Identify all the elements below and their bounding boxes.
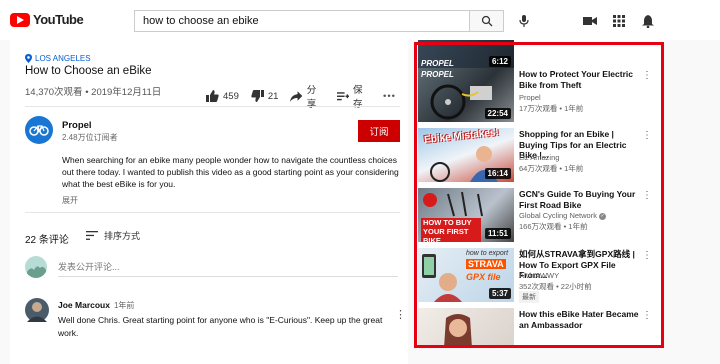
related-video-meta: 17万次观看 • 1年前	[519, 104, 584, 113]
related-video-item[interactable]: PROPEL 22:54 How to Protect Your Electri…	[418, 68, 660, 126]
like-count: 459	[223, 90, 239, 102]
comment-menu-icon[interactable]: ⋮	[395, 308, 406, 321]
thumbs-down-icon	[251, 90, 264, 102]
youtube-logo[interactable]: YouTube	[10, 12, 84, 27]
video-description: When searching for an ebike many people …	[62, 155, 399, 190]
video-menu-icon[interactable]: ⋮	[642, 130, 652, 141]
comment-author[interactable]: Joe Marcoux 1年前	[58, 300, 134, 311]
comment-author-name: Joe Marcoux	[58, 300, 110, 310]
video-duration: 5:37	[488, 288, 511, 299]
channel-name: Global Cycling Network	[519, 211, 597, 220]
thumbnail-caption: PROPEL	[421, 59, 454, 68]
video-thumbnail[interactable]: HOW TO BUY YOUR FIRST BIKE 11:51	[418, 188, 514, 242]
video-duration: 16:14	[484, 168, 511, 179]
search-input[interactable]: how to choose an ebike	[134, 10, 470, 32]
video-info-panel: LOS ANGELES How to Choose an eBike 14,37…	[10, 40, 408, 364]
comment-author-avatar[interactable]	[25, 298, 49, 322]
more-dots-icon: •••	[383, 90, 396, 102]
video-thumbnail[interactable]	[418, 308, 514, 348]
divider	[25, 106, 400, 107]
create-video-icon[interactable]	[582, 13, 598, 29]
related-video-channel[interactable]: AlvinAWWY	[519, 271, 559, 280]
comment-input-underline	[58, 276, 398, 277]
logo-text: YouTube	[33, 12, 84, 27]
like-button[interactable]: 459	[206, 90, 239, 102]
propel-bike-logo-icon	[29, 125, 49, 136]
channel-avatar[interactable]	[25, 116, 53, 144]
more-actions-button[interactable]: •••	[383, 91, 396, 102]
video-menu-icon[interactable]: ⋮	[642, 310, 652, 321]
comment-count: 22 条评论	[25, 235, 69, 246]
new-badge: 最新	[519, 291, 539, 303]
top-bar: YouTube how to choose an ebike	[0, 0, 720, 40]
sort-label: 排序方式	[104, 231, 141, 241]
comment-text: Well done Chris. Great starting point fo…	[58, 315, 383, 338]
related-videos-sidebar: PROPEL 6:12 PROPEL 22:54 How to Protect …	[414, 40, 664, 348]
related-video-item[interactable]: how to export STRAVA GPX file 5:37 如何从ST…	[418, 248, 660, 306]
location-pin-icon	[25, 54, 32, 63]
add-comment-input[interactable]: 发表公开评论...	[58, 260, 120, 273]
subscriber-count: 2.48万位订阅者	[62, 133, 118, 142]
notifications-bell-icon[interactable]	[640, 13, 656, 29]
related-video-item[interactable]: HOW TO BUY YOUR FIRST BIKE 11:51 GCN's G…	[418, 188, 660, 246]
related-video-meta: 64万次观看 • 1年前	[519, 164, 584, 173]
add-to-playlist-icon	[336, 91, 350, 100]
related-video-title[interactable]: How this eBike Hater Became an Ambassado…	[519, 309, 639, 330]
video-thumbnail[interactable]: Ebike Mistakes! 16:14	[418, 128, 514, 182]
dislike-count: 21	[267, 90, 279, 102]
thumbnail-caption: PROPEL	[421, 70, 454, 79]
show-more-link[interactable]: 展开	[62, 195, 78, 206]
video-menu-icon[interactable]: ⋮	[642, 250, 652, 261]
related-video-title[interactable]: GCN's Guide To Buying Your First Road Bi…	[519, 189, 639, 210]
user-avatar	[25, 256, 47, 278]
related-video-channel[interactable]: Global Cycling Network ✓	[519, 211, 607, 220]
subscribe-button[interactable]: 订阅	[358, 120, 400, 142]
video-title: How to Choose an eBike	[25, 65, 152, 77]
video-thumbnail[interactable]: PROPEL 22:54	[418, 68, 514, 122]
thumbnail-caption: HOW TO BUY YOUR FIRST BIKE	[421, 218, 481, 242]
video-thumbnail[interactable]: PROPEL 6:12	[418, 40, 514, 70]
microphone-icon[interactable]	[516, 13, 532, 29]
related-video-title[interactable]: How to Protect Your Electric Bike from T…	[519, 69, 639, 90]
dislike-button[interactable]: 21	[251, 90, 279, 102]
search-icon	[481, 15, 492, 27]
share-arrow-icon	[290, 90, 303, 102]
youtube-logo-icon	[10, 12, 30, 27]
location-link[interactable]: LOS ANGELES	[25, 54, 91, 63]
related-video-channel[interactable]: Propel	[519, 93, 541, 102]
sort-comments-button[interactable]: 排序方式	[86, 229, 140, 242]
divider	[25, 212, 400, 213]
location-label: LOS ANGELES	[35, 54, 91, 63]
video-duration: 11:51	[484, 228, 511, 239]
comment-time: 1年前	[113, 301, 135, 310]
sort-icon	[86, 231, 98, 240]
apps-grid-icon[interactable]	[611, 13, 627, 29]
video-menu-icon[interactable]: ⋮	[642, 190, 652, 201]
related-video-channel[interactable]: Liz Amazing	[519, 153, 559, 162]
channel-name[interactable]: Propel	[62, 120, 92, 131]
video-menu-icon[interactable]: ⋮	[642, 70, 652, 81]
related-video-item[interactable]: Ebike Mistakes! 16:14 Shopping for an Eb…	[418, 128, 660, 186]
view-count-date: 14,370次观看 • 2019年12月11日	[25, 87, 162, 98]
video-duration: 6:12	[488, 56, 511, 67]
related-video-item[interactable]: How this eBike Hater Became an Ambassado…	[418, 308, 660, 348]
video-thumbnail[interactable]: how to export STRAVA GPX file 5:37	[418, 248, 514, 302]
verified-badge-icon: ✓	[599, 212, 607, 220]
video-duration: 22:54	[484, 108, 511, 119]
related-video-meta: 166万次观看 • 1年前	[519, 222, 588, 231]
thumbs-up-icon	[206, 90, 219, 102]
person-graphic	[444, 314, 472, 348]
search-button[interactable]	[470, 10, 504, 32]
